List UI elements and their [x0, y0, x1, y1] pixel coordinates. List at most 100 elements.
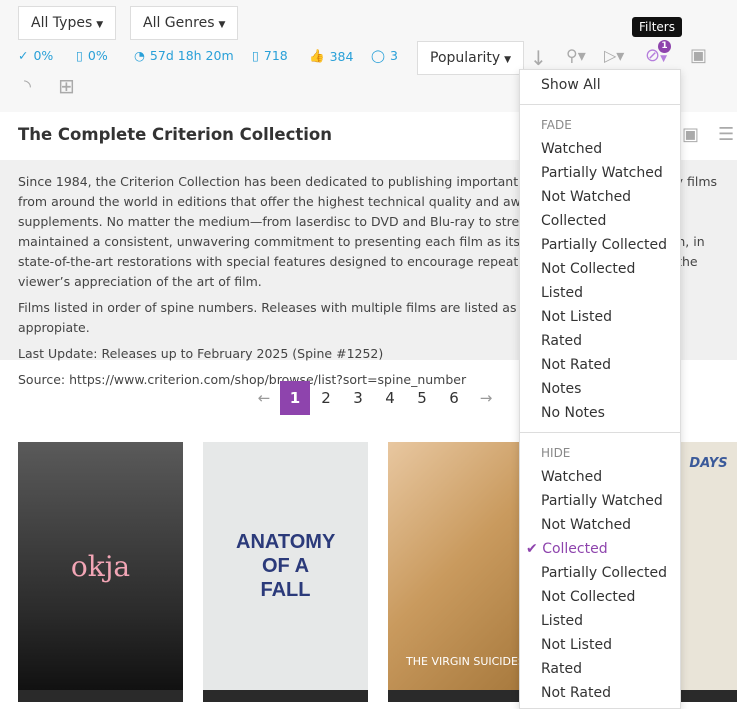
poster-title: ANATOMY OF A FALL	[236, 531, 336, 601]
option-label: Rated	[541, 333, 582, 349]
fade-option[interactable]: Not Collected	[520, 257, 680, 281]
pagination: ← 1 2 3 4 5 6 →	[248, 381, 502, 415]
thumbs-up-icon: 👍	[309, 48, 325, 63]
poster-card[interactable]: okja	[18, 442, 183, 702]
option-label: No Notes	[541, 405, 605, 421]
option-label: Rated	[541, 661, 582, 677]
page-title: The Complete Criterion Collection	[18, 125, 333, 144]
option-label: Not Listed	[541, 637, 612, 653]
option-label: Listed	[541, 613, 583, 629]
fade-option[interactable]: Not Listed	[520, 305, 680, 329]
rss-icon[interactable]: ◝	[24, 76, 31, 97]
page-3[interactable]: 3	[342, 381, 374, 415]
genres-select[interactable]: All Genres ▼	[130, 6, 239, 40]
count-stat: ▯ 718	[252, 48, 288, 63]
calendar-add-icon[interactable]: ▣	[682, 124, 699, 145]
option-label: Partially Watched	[541, 493, 663, 509]
sort-select[interactable]: Popularity ▼	[417, 41, 525, 75]
page-6[interactable]: 6	[438, 381, 470, 415]
filter-count-badge: 1	[658, 40, 671, 53]
poster-card[interactable]: THE VIRGIN SUICIDES	[388, 442, 520, 702]
fade-option[interactable]: Rated	[520, 329, 680, 353]
fade-option[interactable]: No Notes	[520, 401, 680, 425]
hide-option[interactable]: Not Collected	[520, 585, 680, 609]
clock-icon: ◔	[134, 48, 145, 63]
option-label: Watched	[541, 141, 603, 157]
hide-option[interactable]: Partially Watched	[520, 489, 680, 513]
collection-icon: ▯	[76, 48, 83, 63]
hide-header: HIDE	[541, 446, 571, 460]
filters-tooltip: Filters	[632, 17, 682, 37]
option-label: Collected	[541, 213, 607, 229]
comments-value: 3	[390, 48, 398, 63]
fade-option[interactable]: Not Rated	[520, 353, 680, 377]
hide-option[interactable]: Partially Collected	[520, 561, 680, 585]
page-2[interactable]: 2	[310, 381, 342, 415]
poster-title: DAYS	[689, 456, 728, 471]
show-all-option[interactable]: Show All	[520, 73, 680, 97]
comment-icon: ◯	[371, 48, 385, 63]
likes-stat[interactable]: 👍 384	[309, 48, 353, 64]
divider	[520, 432, 680, 433]
option-label: Partially Collected	[541, 565, 668, 581]
poster-card[interactable]: ANATOMY OF A FALL	[203, 442, 368, 702]
divider	[520, 104, 680, 105]
fade-option[interactable]: Partially Watched	[520, 161, 680, 185]
fade-option[interactable]: Not Watched	[520, 185, 680, 209]
caret-down-icon: ▼	[218, 20, 226, 30]
hide-option[interactable]: Listed	[520, 609, 680, 633]
table-icon[interactable]: ⊞	[58, 74, 75, 98]
prev-page-button[interactable]: ←	[248, 381, 280, 415]
runtime-value: 57d 18h 20m	[149, 48, 234, 63]
hide-option[interactable]: Not Rated	[520, 681, 680, 705]
sort-label: Popularity	[430, 50, 501, 66]
page-4[interactable]: 4	[374, 381, 406, 415]
poster-card[interactable]: DAYS	[680, 442, 737, 702]
option-label: Not Collected	[541, 589, 636, 605]
collected-stat: ▯ 0%	[76, 48, 108, 63]
page-5[interactable]: 5	[406, 381, 438, 415]
play-icon[interactable]: ▷▾	[604, 46, 624, 65]
filter-dropdown: Show All FADE Watched Partially Watched No…	[519, 69, 681, 709]
fade-option[interactable]: Partially Collected	[520, 233, 680, 257]
fade-option[interactable]: Listed	[520, 281, 680, 305]
option-label: Notes	[541, 381, 582, 397]
fade-header: FADE	[541, 118, 572, 132]
page-1[interactable]: 1	[280, 381, 310, 415]
option-label: Not Watched	[541, 517, 632, 533]
collected-value: 0%	[87, 48, 108, 63]
option-label: Not Listed	[541, 309, 612, 325]
option-label: Not Rated	[541, 685, 611, 701]
comments-stat[interactable]: ◯ 3	[371, 48, 398, 63]
hide-option[interactable]: Not Listed	[520, 633, 680, 657]
fade-option[interactable]: Watched	[520, 137, 680, 161]
sort-direction-icon[interactable]: ↓	[530, 46, 547, 70]
layout-icon[interactable]: ☰	[718, 124, 734, 145]
watched-value: 0%	[33, 48, 54, 63]
caret-down-icon: ▼	[96, 20, 104, 30]
hide-option[interactable]: ✔ Collected	[520, 537, 680, 561]
poster-title: okja	[70, 549, 131, 583]
calendar-download-icon[interactable]: ▣	[690, 45, 707, 66]
option-label: Partially Collected	[541, 237, 668, 253]
fade-option[interactable]: Notes	[520, 377, 680, 401]
count-value: 718	[263, 48, 288, 63]
types-select[interactable]: All Types ▼	[18, 6, 117, 40]
hide-option[interactable]: Not Watched	[520, 513, 680, 537]
genres-label: All Genres	[143, 15, 215, 31]
option-label: Not Collected	[541, 261, 636, 277]
fade-option[interactable]: Collected	[520, 209, 680, 233]
search-icon[interactable]: ⚲▾	[566, 46, 586, 65]
file-icon: ▯	[252, 48, 259, 63]
hide-option[interactable]: Rated	[520, 657, 680, 681]
checkmark-icon: ✔	[526, 541, 543, 557]
option-label: Partially Watched	[541, 165, 663, 181]
next-page-button[interactable]: →	[470, 381, 502, 415]
hide-option[interactable]: Watched	[520, 465, 680, 489]
option-label: Not Watched	[541, 189, 632, 205]
runtime-stat: ◔ 57d 18h 20m	[134, 48, 234, 63]
poster-title: THE VIRGIN SUICIDES	[406, 655, 520, 668]
watched-stat: ✓ 0%	[18, 48, 53, 63]
check-icon: ✓	[18, 48, 29, 63]
likes-value: 384	[329, 48, 354, 64]
